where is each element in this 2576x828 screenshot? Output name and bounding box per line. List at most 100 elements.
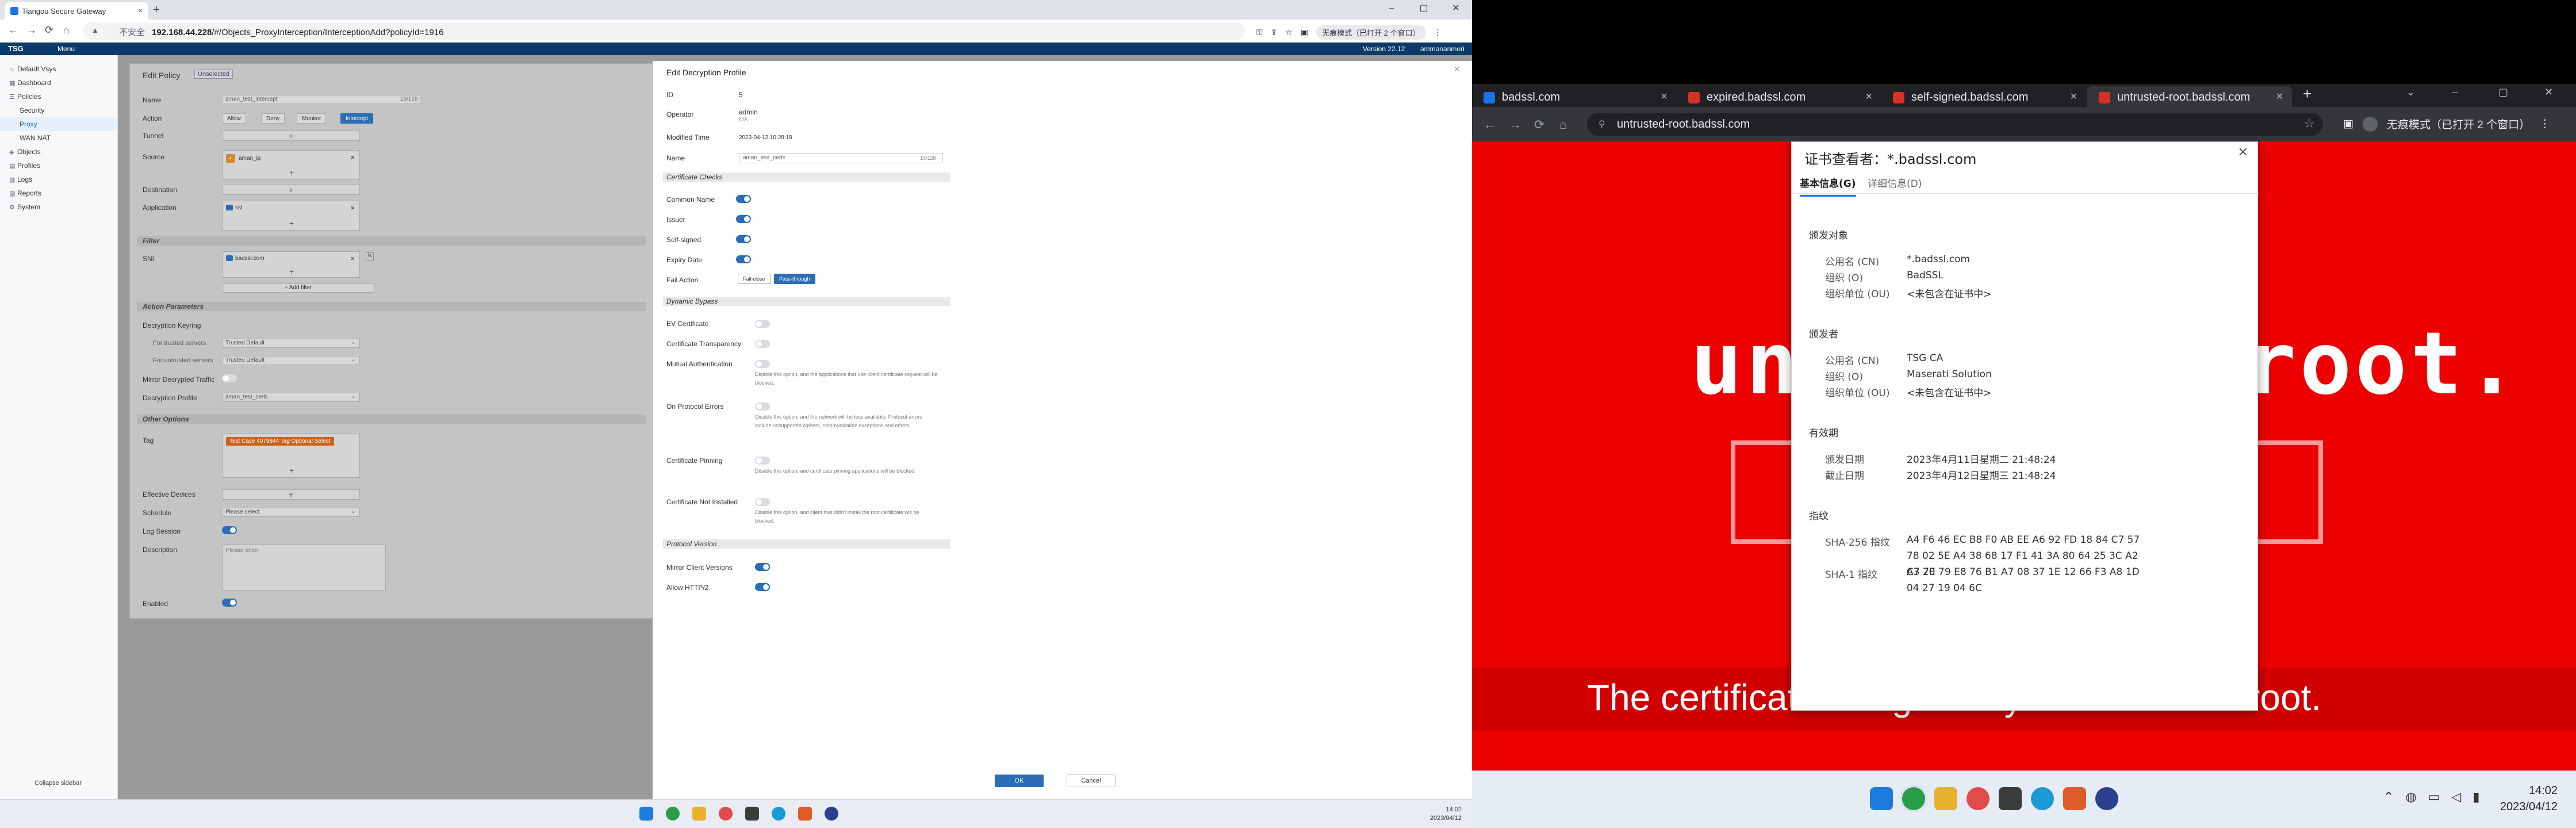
netease-icon[interactable]: [1966, 787, 1989, 810]
sidebar-item-policies[interactable]: ☰ Policies: [0, 90, 117, 103]
ok-button[interactable]: OK: [995, 775, 1044, 787]
sni-remove-icon[interactable]: ×: [350, 254, 355, 263]
close-dialog-icon[interactable]: ✕: [2238, 145, 2248, 160]
new-tab-icon[interactable]: +: [2303, 85, 2312, 103]
share-icon[interactable]: ⇪: [1271, 28, 1278, 37]
tab-untrusted-root[interactable]: untrusted-root.badssl.com ×: [2087, 86, 2292, 107]
tag-add-icon[interactable]: +: [223, 466, 361, 475]
close-window-icon[interactable]: ✕: [2544, 86, 2553, 98]
netease-icon[interactable]: [719, 807, 733, 821]
sidebar-item-system[interactable]: ⚙ System: [0, 200, 117, 214]
close-tab-icon[interactable]: ×: [2276, 90, 2283, 103]
action-deny-button[interactable]: Deny: [261, 113, 285, 124]
maximize-icon[interactable]: ▢: [2498, 86, 2508, 98]
taskbar-clock[interactable]: 14:02 2023/04/12: [2500, 783, 2558, 815]
source-remove-icon[interactable]: ×: [350, 153, 355, 162]
profile-name-input[interactable]: aman_test_certs: [739, 153, 943, 163]
sidepanel-icon[interactable]: ▣: [1301, 28, 1308, 37]
taskbar-clock[interactable]: 14:02 2023/04/12: [1430, 806, 1462, 823]
incognito-avatar-icon[interactable]: [2362, 116, 2378, 132]
bookmark-star-icon[interactable]: ☆: [1285, 28, 1293, 37]
issuer-toggle[interactable]: [736, 215, 751, 223]
tab-search-icon[interactable]: ⌄: [2406, 86, 2415, 98]
more-menu-icon[interactable]: ⋮: [2539, 117, 2550, 131]
add-filter-button[interactable]: + Add filter: [222, 283, 374, 293]
key-icon[interactable]: ⚿: [1256, 28, 1263, 37]
folder-icon[interactable]: [1934, 787, 1957, 810]
tray-network-icon[interactable]: ◍: [2405, 789, 2416, 804]
sidebar-item-objects[interactable]: ◈ Objects: [0, 145, 117, 159]
site-info-icon[interactable]: ⚲: [1598, 118, 1605, 130]
minimize-icon[interactable]: –: [2452, 86, 2458, 98]
decryption-profile-select[interactable]: aman_test_certs: [222, 392, 360, 402]
common-name-toggle[interactable]: [736, 195, 751, 203]
tab-basic-info[interactable]: 基本信息(G): [1800, 175, 1856, 197]
address-bar[interactable]: ⚲ untrusted-root.badssl.com ☆: [1587, 113, 2323, 136]
incognito-indicator[interactable]: 无痕模式（已打开 2 个窗口）: [2387, 116, 2530, 132]
sidepanel-icon[interactable]: ▣: [2343, 117, 2353, 131]
back-icon[interactable]: ←: [1483, 117, 1496, 132]
cert-transparency-toggle[interactable]: [755, 340, 770, 348]
action-monitor-button[interactable]: Monitor: [297, 113, 327, 124]
minimize-icon[interactable]: –: [1375, 0, 1408, 20]
tab-badssl[interactable]: badssl.com ×: [1472, 86, 1677, 107]
gitee-icon[interactable]: [2063, 787, 2086, 810]
application-remove-icon[interactable]: ×: [350, 204, 355, 212]
tray-volume-icon[interactable]: ◁: [2451, 789, 2461, 804]
start-icon[interactable]: [1870, 787, 1893, 810]
ev-certificate-toggle[interactable]: [755, 320, 770, 328]
tunnel-add-icon[interactable]: +: [222, 131, 360, 141]
sidebar-item-proxy[interactable]: Proxy: [0, 117, 117, 131]
tray-display-icon[interactable]: ▭: [2428, 789, 2440, 804]
close-tab-icon[interactable]: ×: [2070, 90, 2077, 103]
fail-close-button[interactable]: Fail-close: [738, 274, 770, 284]
browser-tab-tsg[interactable]: Tiangou Secure Gateway ×: [5, 2, 148, 20]
home-icon[interactable]: ⌂: [1559, 117, 1567, 132]
gitee-icon[interactable]: [798, 807, 812, 821]
policy-name-input[interactable]: aman_test_intercept: [222, 95, 420, 104]
chrome-icon[interactable]: [666, 807, 680, 821]
reload-icon[interactable]: ⟳: [1534, 117, 1544, 132]
tab-self-signed[interactable]: self-signed.badssl.com ×: [1881, 86, 2086, 107]
client-icon[interactable]: [2095, 787, 2118, 810]
app-icon[interactable]: [745, 807, 759, 821]
mutual-auth-toggle[interactable]: [755, 360, 770, 368]
client-icon[interactable]: [825, 807, 838, 821]
new-tab-icon[interactable]: +: [153, 3, 160, 17]
tab-expired[interactable]: expired.badssl.com ×: [1677, 86, 1881, 107]
sni-add-icon[interactable]: +: [223, 267, 361, 276]
reload-icon[interactable]: ⟳: [45, 24, 53, 36]
maximize-icon[interactable]: ▢: [1408, 0, 1440, 20]
sidebar-item-logs[interactable]: ▥ Logs: [0, 172, 117, 186]
forward-icon[interactable]: →: [26, 24, 37, 36]
tag-chip[interactable]: Test Case 4079844 Tag Optional Select: [226, 437, 334, 446]
trusted-servers-select[interactable]: Trusted Default: [222, 338, 360, 348]
chrome-icon[interactable]: [1902, 787, 1925, 810]
mirror-traffic-toggle[interactable]: [222, 374, 237, 382]
effective-devices-add-icon[interactable]: +: [222, 489, 360, 500]
cancel-button[interactable]: Cancel: [1067, 775, 1116, 787]
tray-battery-icon[interactable]: ▮: [2472, 789, 2479, 804]
sidebar-item-profiles[interactable]: ▤ Profiles: [0, 159, 117, 172]
home-icon[interactable]: ⌂: [63, 24, 70, 36]
collapse-sidebar-button[interactable]: Collapse sidebar: [34, 780, 82, 787]
back-icon[interactable]: ←: [8, 24, 18, 36]
chat-icon[interactable]: [2031, 787, 2054, 810]
allow-http2-toggle[interactable]: [755, 583, 770, 591]
user-menu[interactable]: ammananmeri: [1420, 45, 1465, 53]
sni-edit-icon[interactable]: ✎: [366, 252, 374, 260]
protocol-errors-toggle[interactable]: [755, 402, 770, 411]
sidebar-item-reports[interactable]: ▧ Reports: [0, 186, 117, 200]
untrusted-servers-select[interactable]: Trusted Default: [222, 355, 360, 365]
app-icon[interactable]: [1999, 787, 2022, 810]
expiry-date-toggle[interactable]: [736, 255, 751, 263]
action-allow-button[interactable]: Allow: [222, 113, 246, 124]
pass-through-button[interactable]: Pass-through: [774, 274, 815, 284]
address-bar[interactable]: ▲ 不安全 192.168.44.228/#/Objects_ProxyInter…: [83, 22, 1245, 40]
forward-icon[interactable]: →: [1509, 117, 1521, 132]
bookmark-star-icon[interactable]: ☆: [2303, 116, 2315, 131]
schedule-select[interactable]: Please select: [222, 507, 360, 517]
tray-chevron-icon[interactable]: ⌃: [2383, 789, 2394, 804]
enabled-toggle[interactable]: [222, 599, 237, 607]
more-menu-icon[interactable]: ⋮: [1434, 28, 1442, 37]
